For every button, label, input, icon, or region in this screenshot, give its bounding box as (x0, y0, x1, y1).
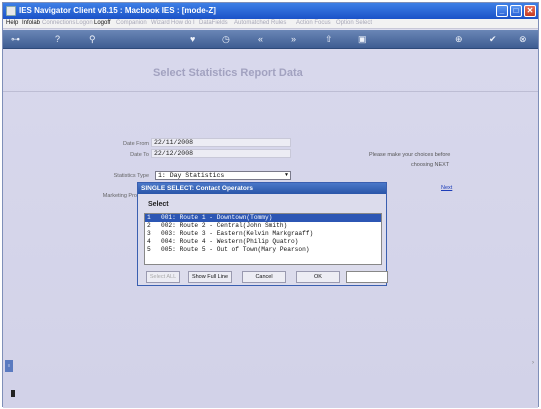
menu-companion[interactable]: Companion (116, 20, 147, 26)
chevron-down-icon[interactable]: ▼ (285, 172, 288, 179)
select-all-button[interactable]: Select ALL (146, 271, 180, 283)
ok-button[interactable]: OK (296, 271, 340, 283)
window-title: IES Navigator Client v8.15 : Macbook IES… (19, 6, 216, 15)
menu-connections[interactable]: Connections (42, 20, 75, 26)
statistics-type-value: 1: Day Statistics (158, 172, 225, 179)
search-input[interactable] (346, 271, 388, 283)
add-icon[interactable]: ⊕ (455, 34, 463, 44)
marketing-label: Marketing Pro (102, 193, 137, 199)
page-title: Select Statistics Report Data (153, 67, 303, 79)
cancel-button[interactable]: Cancel (242, 271, 286, 283)
paste-icon[interactable]: ▣ (358, 34, 367, 44)
operators-list[interactable]: 1 001: Route 1 - Downtown(Tommy) 2 002: Ro… (144, 213, 382, 265)
divider (3, 91, 538, 92)
menu-automatched-rules[interactable]: Automatched Rules (234, 20, 286, 26)
date-to-field[interactable]: 22/12/2008 (151, 149, 291, 158)
scroll-marker[interactable]: › (532, 360, 534, 366)
list-item[interactable]: 3 003: Route 3 - Eastern(Kelvin Markgraaf… (145, 230, 381, 238)
key-icon[interactable]: ⊶ (11, 34, 20, 44)
toolbar: ⊶ ? ⚲ ♥ ◷ « » ⇧ ▣ ⊕ ✔ ⊗ (3, 30, 538, 49)
menu-bar: Help Infolab Connections Logon Logoff Co… (3, 19, 538, 29)
menu-infolab[interactable]: Infolab (22, 20, 40, 26)
help-icon[interactable]: ? (55, 34, 60, 44)
back-icon[interactable]: « (258, 34, 263, 44)
date-from-label: Date From (123, 141, 149, 147)
date-from-field[interactable]: 22/11/2008 (151, 138, 291, 147)
menu-datafields[interactable]: DataFields (199, 20, 228, 26)
contact-operators-dialog: SINGLE SELECT: Contact Operators Select … (137, 182, 388, 286)
clock-icon[interactable]: ◷ (222, 34, 230, 44)
show-full-line-button[interactable]: Show Full Line (188, 271, 232, 283)
status-marker (11, 390, 15, 397)
side-tab[interactable]: ≡ (5, 360, 13, 372)
cancel-icon[interactable]: ⊗ (519, 34, 527, 44)
list-item[interactable]: 2 002: Route 2 - Central(John Smith) (145, 222, 381, 230)
menu-option-select[interactable]: Option Select (336, 20, 372, 26)
list-item[interactable]: 5 005: Route 5 - Out of Town(Mary Pearson… (145, 246, 381, 254)
forward-icon[interactable]: » (291, 34, 296, 44)
menu-logoff[interactable]: Logoff (94, 20, 111, 26)
date-to-label: Date To (130, 152, 149, 158)
menu-how-do-i[interactable]: How do I (171, 20, 195, 26)
list-item[interactable]: 4 004: Route 4 - Western(Philip Quatro) (145, 238, 381, 246)
maximize-button[interactable]: □ (510, 5, 522, 17)
close-button[interactable]: ✕ (524, 5, 536, 17)
menu-help[interactable]: Help (6, 20, 18, 26)
menu-wizard[interactable]: Wizard (151, 20, 170, 26)
minimize-button[interactable]: _ (496, 5, 508, 17)
check-icon[interactable]: ✔ (489, 34, 497, 44)
title-bar[interactable]: IES Navigator Client v8.15 : Macbook IES… (3, 3, 538, 19)
app-icon (6, 6, 16, 16)
hint-line-1: Please make your choices before (369, 152, 451, 158)
search-icon[interactable]: ⚲ (89, 34, 96, 44)
hint-line-2: choosing NEXT (411, 162, 450, 168)
bookmark-icon[interactable]: ⇧ (325, 34, 333, 44)
statistics-type-select[interactable]: 1: Day Statistics ▼ (155, 171, 291, 180)
next-link[interactable]: Next (441, 185, 452, 191)
dialog-subtitle: Select (148, 201, 169, 208)
statistics-type-label: Statistics Type (113, 173, 149, 179)
dialog-title: SINGLE SELECT: Contact Operators (138, 183, 386, 194)
dialog-button-row: Select ALL Show Full Line Cancel OK (144, 271, 388, 283)
heart-icon[interactable]: ♥ (190, 34, 195, 44)
list-item[interactable]: 1 001: Route 1 - Downtown(Tommy) (145, 214, 381, 222)
menu-action-focus[interactable]: Action Focus (296, 20, 331, 26)
menu-logon[interactable]: Logon (76, 20, 93, 26)
app-window: IES Navigator Client v8.15 : Macbook IES… (2, 2, 539, 408)
